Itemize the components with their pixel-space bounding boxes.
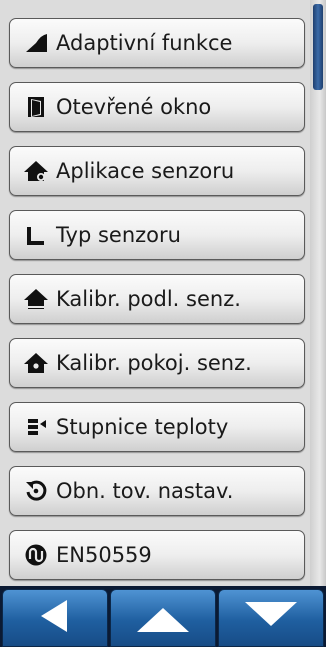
arrow-up-icon bbox=[135, 596, 191, 640]
menu-item-factory-reset[interactable]: Obn. tov. nastav. bbox=[9, 466, 305, 516]
temperature-scale-icon bbox=[22, 413, 50, 441]
en50559-icon bbox=[22, 541, 50, 569]
scrollbar-thumb[interactable] bbox=[313, 4, 323, 90]
menu-item-label: Otevřené okno bbox=[56, 95, 212, 119]
menu-item-sensor-type[interactable]: Typ senzoru bbox=[9, 210, 305, 260]
arrow-down-icon bbox=[243, 596, 299, 640]
menu-item-sensor-application[interactable]: Aplikace senzoru bbox=[9, 146, 305, 196]
sensor-type-icon bbox=[22, 221, 50, 249]
menu-item-label: Obn. tov. nastav. bbox=[56, 479, 234, 503]
menu-item-label: Aplikace senzoru bbox=[56, 159, 235, 183]
menu-item-en50559[interactable]: EN50559 bbox=[9, 530, 305, 580]
arrow-left-icon bbox=[35, 596, 75, 640]
scroll-down-button[interactable] bbox=[218, 589, 324, 647]
menu-item-label: Typ senzoru bbox=[56, 223, 181, 247]
menu-item-label: EN50559 bbox=[56, 543, 152, 567]
reset-icon bbox=[22, 477, 50, 505]
house-room-icon bbox=[22, 349, 50, 377]
open-window-icon bbox=[22, 93, 50, 121]
menu-item-label: Adaptivní funkce bbox=[56, 31, 233, 55]
menu-item-adaptive-function[interactable]: Adaptivní funkce bbox=[9, 18, 305, 68]
settings-menu-list: Adaptivní funkce Otevřené okno Aplikace … bbox=[0, 0, 308, 586]
house-sensor-icon bbox=[22, 157, 50, 185]
menu-item-room-sensor-calibration[interactable]: Kalibr. pokoj. senz. bbox=[9, 338, 305, 388]
menu-item-temperature-scale[interactable]: Stupnice teploty bbox=[9, 402, 305, 452]
menu-item-label: Kalibr. pokoj. senz. bbox=[56, 351, 252, 375]
menu-item-label: Stupnice teploty bbox=[56, 415, 229, 439]
back-button[interactable] bbox=[2, 589, 108, 647]
scroll-up-button[interactable] bbox=[110, 589, 216, 647]
menu-item-label: Kalibr. podl. senz. bbox=[56, 287, 241, 311]
adaptive-slope-icon bbox=[22, 29, 50, 57]
menu-item-open-window[interactable]: Otevřené okno bbox=[9, 82, 305, 132]
menu-item-floor-sensor-calibration[interactable]: Kalibr. podl. senz. bbox=[9, 274, 305, 324]
house-floor-icon bbox=[22, 285, 50, 313]
